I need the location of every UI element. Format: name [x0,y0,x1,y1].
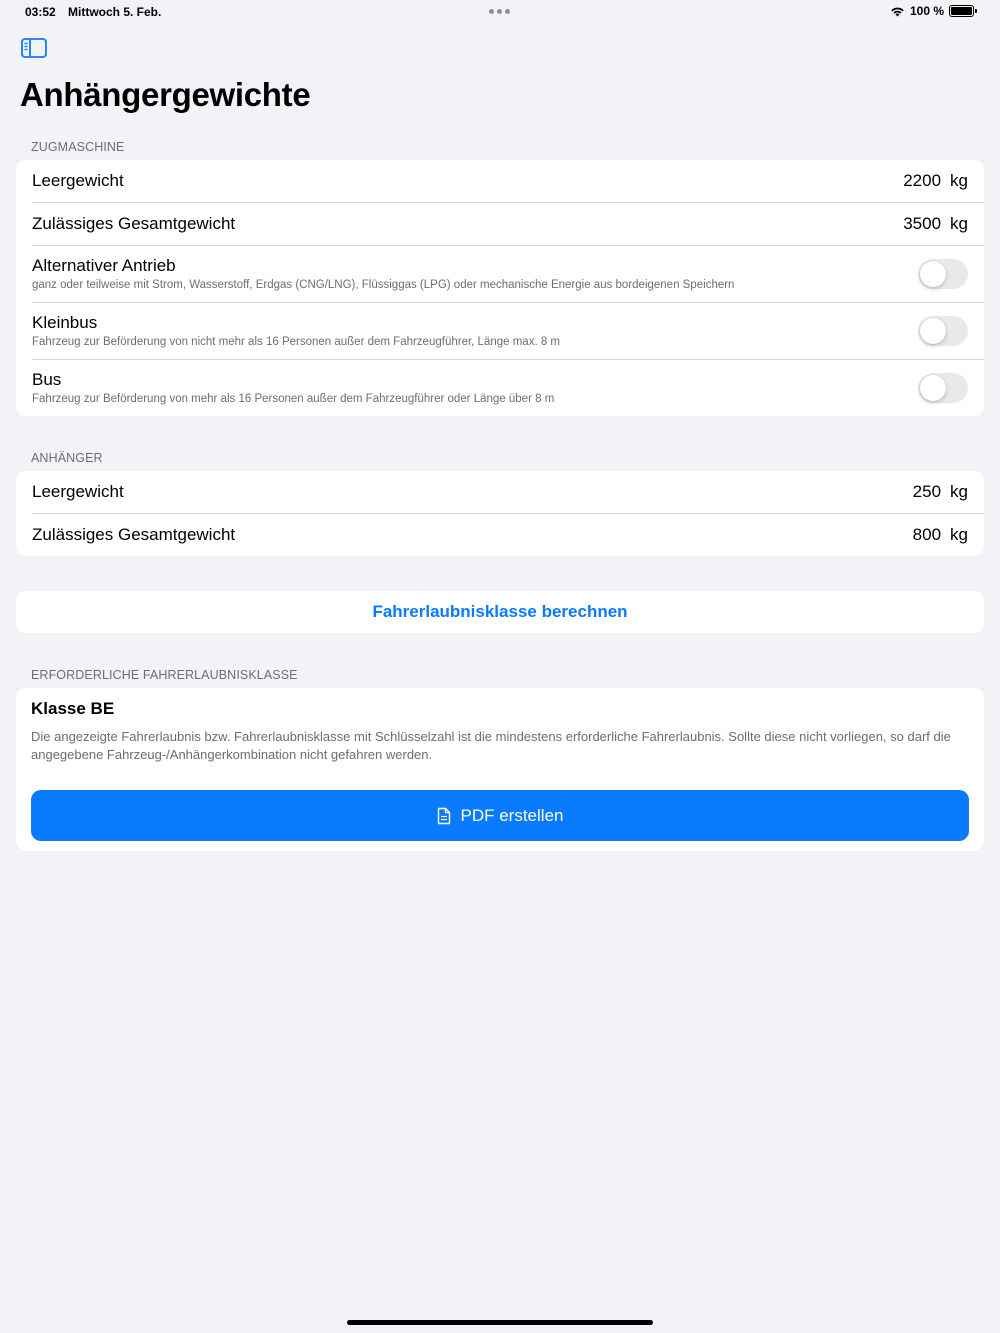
anhaenger-leergewicht-row[interactable]: Leergewicht 250 kg [16,471,984,513]
status-bar: 03:52 Mittwoch 5. Feb. 100 % [0,0,1000,24]
anhaenger-leergewicht-input[interactable]: 250 [913,482,941,502]
toggle-label: Bus [32,370,62,389]
zugmaschine-gesamtgewicht-label: Zulässiges Gesamtgewicht [32,213,236,233]
status-right: 100 % [890,4,977,18]
result-title: Klasse BE [31,699,115,718]
kleinbus-toggle[interactable] [918,315,968,346]
zugmaschine-gesamtgewicht-input[interactable]: 3500 [903,214,941,234]
toggle-label: Alternativer Antrieb [32,256,176,275]
toggle-subtitle: Fahrzeug zur Beförderung von nicht mehr … [32,336,561,348]
toggle-subtitle: Fahrzeug zur Beförderung von mehr als 16… [32,393,555,405]
page-title: Anhängergewichte [20,76,311,113]
toggle-subtitle: ganz oder teilweise mit Strom, Wassersto… [32,279,735,291]
zugmaschine-card: Leergewicht 2200 kg Zulässiges Gesamtgew… [16,160,984,416]
status-time: 03:52 [25,5,56,19]
sidebar-toggle-icon[interactable] [21,38,47,58]
section-header-zugmaschine: ZUGMASCHINE [31,140,125,154]
pdf-button[interactable]: PDF erstellen [31,790,969,841]
bus-toggle[interactable] [918,372,968,403]
zugmaschine-leergewicht-unit: kg [950,171,968,190]
alternativer-antrieb-toggle[interactable] [918,258,968,289]
toggle-row-alternativer-antrieb: Alternativer Antrieb ganz oder teilweise… [16,245,984,302]
zugmaschine-leergewicht-label: Leergewicht [32,171,124,190]
calculate-button[interactable]: Fahrerlaubnisklasse berechnen [16,591,984,633]
zugmaschine-gesamtgewicht-row[interactable]: Zulässiges Gesamtgewicht 3500 kg [16,202,984,245]
multitasking-dots-icon[interactable] [489,9,510,14]
zugmaschine-leergewicht-row[interactable]: Leergewicht 2200 kg [16,160,984,202]
anhaenger-leergewicht-label: Leergewicht [32,482,124,501]
anhaenger-gesamtgewicht-input[interactable]: 800 [913,525,941,545]
result-card: Klasse BE Die angezeigte Fahrerlaubnis b… [16,688,984,851]
calculate-card: Fahrerlaubnisklasse berechnen [16,591,984,633]
document-icon [437,807,450,824]
status-date: Mittwoch 5. Feb. [68,5,162,19]
anhaenger-gesamtgewicht-row[interactable]: Zulässiges Gesamtgewicht 800 kg [16,513,984,556]
toggle-row-bus: Bus Fahrzeug zur Beförderung von mehr al… [16,359,984,416]
toggle-label: Kleinbus [32,313,98,332]
battery-icon [949,5,977,17]
section-header-anhaenger: ANHÄNGER [31,451,103,465]
wifi-icon [891,7,904,16]
home-indicator[interactable] [347,1320,653,1325]
result-description: Die angezeigte Fahrerlaubnis bzw. Fahrer… [31,729,951,762]
toggle-row-kleinbus: Kleinbus Fahrzeug zur Beförderung von ni… [16,302,984,359]
pdf-button-label: PDF erstellen [460,805,564,825]
anhaenger-gesamtgewicht-unit: kg [950,524,968,544]
anhaenger-gesamtgewicht-label: Zulässiges Gesamtgewicht [32,524,236,544]
zugmaschine-gesamtgewicht-unit: kg [950,213,968,233]
anhaenger-card: Leergewicht 250 kg Zulässiges Gesamtgewi… [16,471,984,556]
section-header-result: ERFORDERLICHE FAHRERLAUBNISKLASSE [31,668,298,682]
battery-percent: 100 % [909,4,944,18]
anhaenger-leergewicht-unit: kg [950,482,968,501]
zugmaschine-leergewicht-input[interactable]: 2200 [903,171,941,191]
